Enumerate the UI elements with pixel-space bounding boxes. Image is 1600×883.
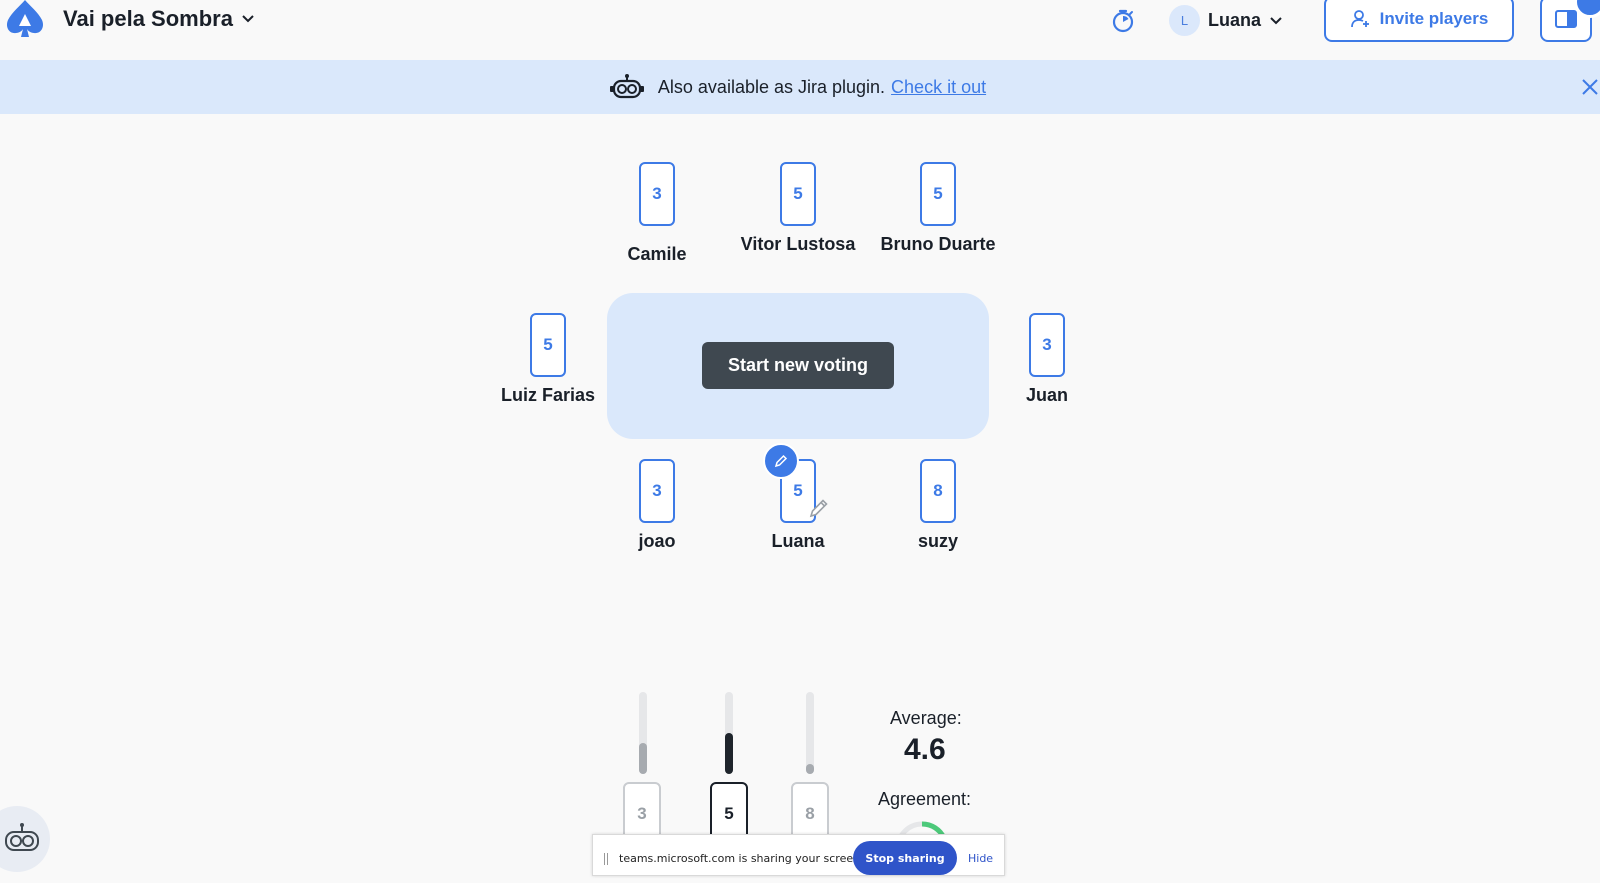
- vote-bar-fill: [639, 743, 647, 774]
- player-card: 8: [920, 459, 956, 523]
- average-label: Average:: [890, 708, 962, 728]
- player-seat: 5 Vitor Lustosa: [728, 162, 868, 254]
- close-icon[interactable]: [1580, 77, 1600, 97]
- share-status-text: teams.microsoft.com is sharing your scre…: [619, 852, 864, 865]
- drag-handle[interactable]: [604, 853, 608, 865]
- pencil-icon: [774, 454, 788, 468]
- robot-icon: [609, 74, 644, 99]
- screen-share-bar: teams.microsoft.com is sharing your scre…: [592, 834, 1005, 876]
- player-card: 3: [639, 459, 675, 523]
- vote-bar-fill: [806, 764, 814, 774]
- invite-players-label: Invite players: [1379, 9, 1489, 28]
- chevron-down-icon: [242, 15, 254, 23]
- player-name: joao: [638, 531, 676, 551]
- player-seat: 3 Camile: [587, 162, 727, 264]
- user-name: Luana: [1208, 10, 1262, 30]
- player-name: Vitor Lustosa: [740, 234, 856, 254]
- robot-icon: [5, 823, 39, 851]
- player-seat: 3 Juan: [977, 313, 1117, 405]
- header: Vai pela Sombra L Luana Invite players: [0, 0, 1600, 60]
- player-seat: 5 Luiz Farias: [478, 313, 618, 405]
- player-name: Bruno Duarte: [880, 234, 996, 254]
- vote-distribution-bar: [725, 692, 733, 774]
- timer-icon[interactable]: [1110, 8, 1136, 34]
- vote-distribution-bar: [639, 692, 647, 774]
- vote-bar-fill: [725, 733, 733, 774]
- banner-text: Also available as Jira plugin.: [657, 76, 886, 97]
- sidebar-icon: [1555, 10, 1577, 28]
- vote-distribution-bar: [806, 692, 814, 774]
- invite-players-button[interactable]: Invite players: [1324, 0, 1514, 42]
- player-seat: 8 suzy: [868, 459, 1008, 551]
- pencil-icon: [808, 497, 830, 519]
- player-name: Luiz Farias: [500, 385, 596, 405]
- chevron-down-icon: [1270, 16, 1282, 24]
- player-card: 5: [920, 162, 956, 226]
- add-user-icon: [1350, 10, 1369, 28]
- stop-sharing-button[interactable]: Stop sharing: [853, 841, 957, 875]
- player-card: 3: [639, 162, 675, 226]
- room-title: Vai pela Sombra: [63, 6, 233, 31]
- user-menu[interactable]: L Luana: [1169, 5, 1283, 36]
- agreement-label: Agreement:: [878, 789, 972, 809]
- player-seat: 5 Bruno Duarte: [868, 162, 1008, 254]
- player-card: 5: [780, 162, 816, 226]
- player-name: suzy: [917, 531, 959, 551]
- hide-link[interactable]: Hide: [968, 852, 993, 865]
- app-logo-icon[interactable]: [4, 0, 46, 40]
- jira-plugin-banner: Also available as Jira plugin. Check it o…: [0, 60, 1600, 114]
- room-title-dropdown[interactable]: Vai pela Sombra: [63, 6, 255, 32]
- banner-link[interactable]: Check it out: [891, 77, 986, 97]
- player-name: Camile: [627, 244, 687, 264]
- avatar: L: [1169, 5, 1200, 36]
- player-seat: 3 joao: [587, 459, 727, 551]
- player-name: Luana: [771, 531, 825, 551]
- assistant-bot-button[interactable]: [0, 806, 50, 872]
- player-card: 5: [530, 313, 566, 377]
- start-new-voting-button[interactable]: Start new voting: [702, 342, 894, 389]
- average-value: 4.6: [904, 733, 946, 766]
- player-seat-current-user: 5 Luana: [728, 459, 868, 551]
- edit-name-button[interactable]: [763, 443, 799, 479]
- player-card: 3: [1029, 313, 1065, 377]
- player-name: Juan: [1025, 385, 1068, 405]
